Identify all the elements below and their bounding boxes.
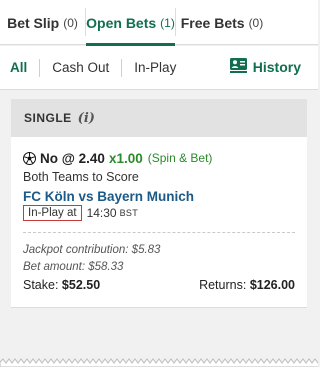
selection-line: No @ 2.40 x1.00 (Spin & Bet): [23, 149, 295, 167]
inplay-badge: In-Play at: [23, 205, 82, 221]
history-label: History: [252, 59, 301, 75]
bet-type-label: SINGLE: [24, 111, 72, 125]
tab-bet-slip[interactable]: Bet Slip (0): [0, 0, 85, 45]
bet-tabs: Bet Slip (0) Open Bets (1) Free Bets (0): [0, 0, 318, 46]
filter-in-play[interactable]: In-Play: [134, 58, 176, 78]
filter-divider: [121, 58, 123, 77]
event-name[interactable]: FC Köln vs Bayern Munich: [23, 189, 295, 204]
tab-free-bets[interactable]: Free Bets (0): [176, 0, 268, 45]
info-glyph: i: [83, 110, 89, 126]
event-timezone: BST: [119, 208, 139, 218]
market-name: Both Teams to Score: [23, 170, 139, 184]
torn-edge: [0, 358, 318, 367]
bet-amount: Bet amount: $58.33: [23, 261, 124, 273]
tab-open-bets[interactable]: Open Bets (1): [86, 0, 175, 46]
history-link[interactable]: History: [229, 58, 301, 76]
bet-card-body: No @ 2.40 x1.00 (Spin & Bet) Both Teams …: [11, 137, 307, 292]
filter-divider: [39, 58, 41, 77]
football-icon: [23, 151, 36, 165]
bet-card-header: SINGLE (i): [11, 99, 307, 137]
tab-label: Free Bets: [180, 14, 245, 31]
tab-label: Open Bets: [86, 14, 157, 31]
selection-name: No @ 2.40: [40, 150, 105, 166]
jackpot-contribution: Jackpot contribution: $5.83: [23, 244, 161, 256]
tab-count: (0): [63, 15, 78, 30]
tab-label: Bet Slip: [7, 14, 60, 31]
history-icon: [229, 58, 253, 76]
filter-all[interactable]: All: [10, 58, 27, 78]
filter-bar: All Cash Out In-Play History: [0, 46, 318, 90]
event-time: 14:30: [86, 206, 117, 220]
stake-value: $52.50: [61, 278, 101, 292]
returns: Returns: $126.00: [199, 278, 295, 292]
filter-cash-out[interactable]: Cash Out: [52, 58, 109, 78]
returns-value: $126.00: [249, 278, 295, 292]
info-icon[interactable]: (i): [78, 111, 95, 126]
tab-count: (0): [248, 15, 264, 30]
event-time-row: In-Play at 14:30 BST: [23, 205, 295, 221]
stake-label: Stake:: [23, 278, 59, 292]
odds-multiplier: x1.00: [108, 150, 143, 166]
totals-row: Stake: $52.50 Returns: $126.00: [23, 278, 295, 292]
bet-tag: (Spin & Bet): [147, 151, 213, 165]
dashed-divider: [23, 232, 295, 233]
stake: Stake: $52.50: [23, 278, 100, 292]
tab-count: (1): [160, 15, 175, 30]
bet-card: SINGLE (i) No @ 2.40 x1.00 (Spin & Bet) …: [11, 99, 307, 308]
returns-label: Returns:: [199, 278, 247, 292]
